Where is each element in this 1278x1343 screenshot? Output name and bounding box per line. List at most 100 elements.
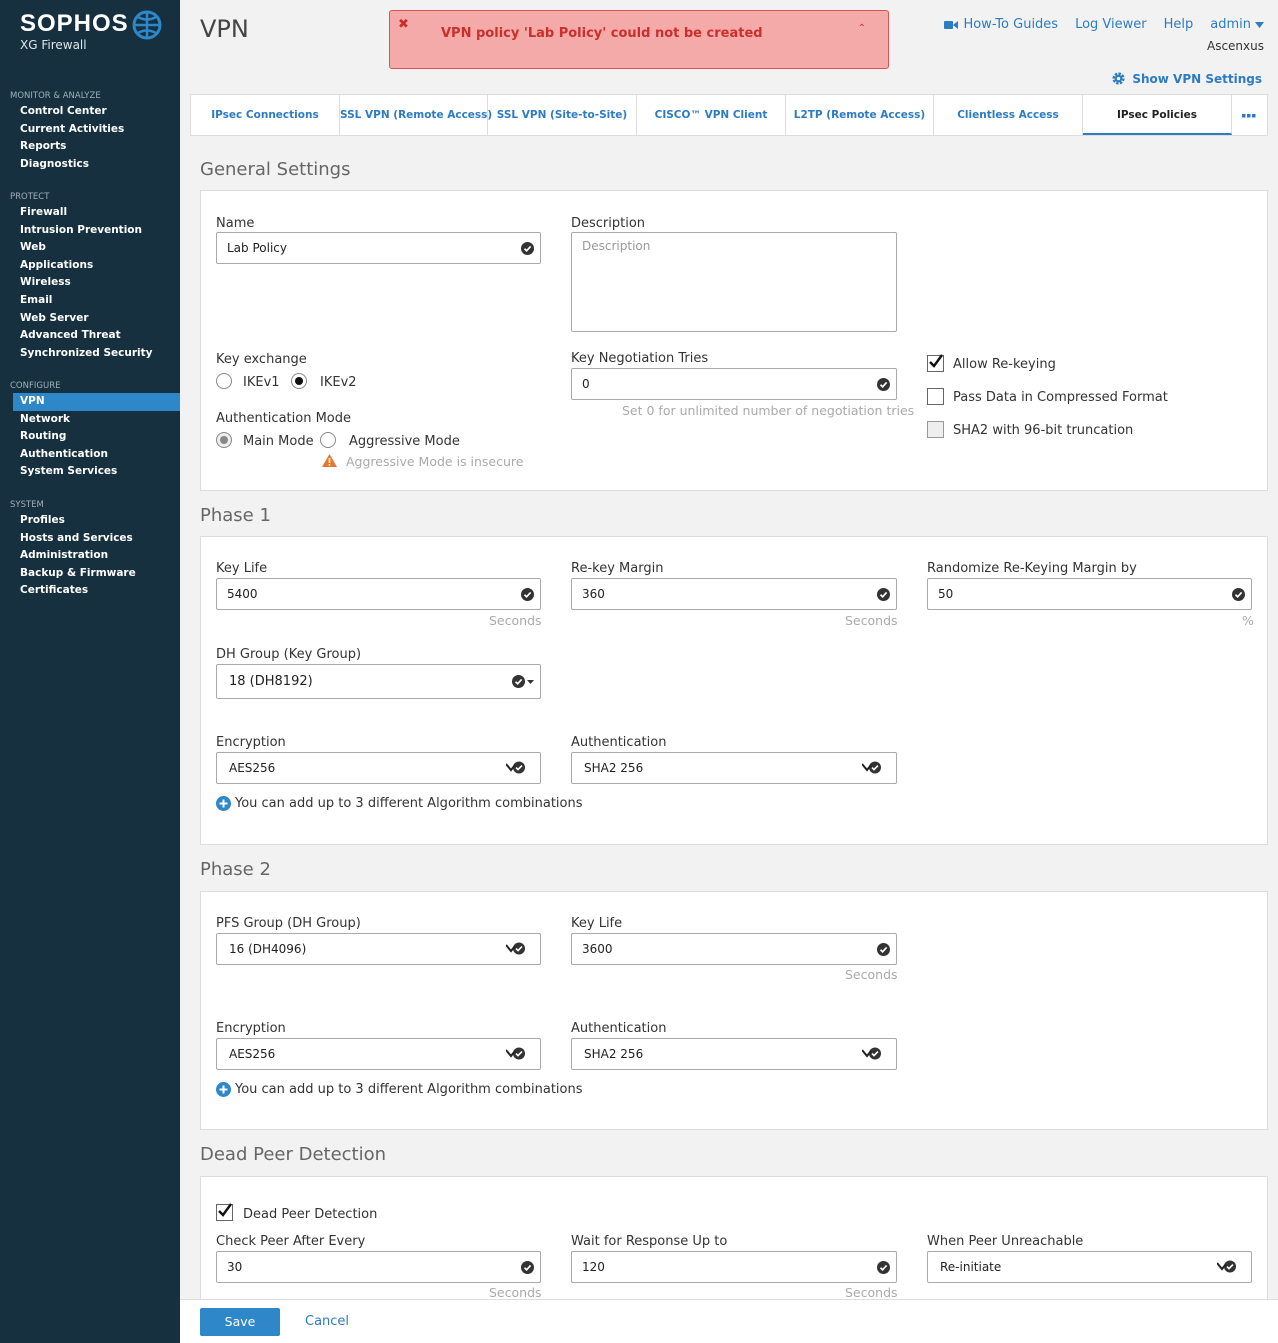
check-peer-value: 30: [227, 1260, 243, 1274]
tab-cisco-vpn-client[interactable]: CISCO™ VPN Client: [637, 95, 786, 135]
sidebar-item-current-activities[interactable]: Current Activities: [0, 121, 180, 139]
key-negotiation-tries-field[interactable]: 0: [571, 368, 897, 400]
p1-authentication-label: Authentication: [571, 735, 667, 750]
sidebar-item-hosts-and-services[interactable]: Hosts and Services: [0, 530, 180, 548]
error-alert: ✖ VPN policy 'Lab Policy' could not be c…: [389, 10, 889, 69]
sidebar-item-backup-firmware[interactable]: Backup & Firmware: [0, 565, 180, 583]
sha2-truncation-checkbox[interactable]: [927, 421, 944, 438]
sidebar-item-reports[interactable]: Reports: [0, 138, 180, 156]
p2-add-combination-text: You can add up to 3 different Algorithm …: [235, 1082, 583, 1097]
valid-check-icon: [521, 588, 534, 601]
tab-ipsec-connections[interactable]: IPsec Connections: [191, 95, 340, 135]
sophos-logo[interactable]: SOPHOS XG Firewall: [20, 10, 129, 52]
admin-menu[interactable]: admin: [1210, 17, 1264, 32]
sidebar-item-applications[interactable]: Applications: [0, 257, 180, 275]
sidebar-item-authentication[interactable]: Authentication: [0, 446, 180, 464]
description-field[interactable]: Description: [571, 232, 897, 332]
plus-circle-icon: [216, 1082, 231, 1097]
check-peer-unit: Seconds: [489, 1285, 542, 1300]
randomize-margin-field[interactable]: 50: [927, 578, 1252, 610]
nav-section-configure: CONFIGURE VPN Network Routing Authentica…: [0, 380, 180, 481]
dh-group-select[interactable]: 18 (DH8192): [216, 664, 541, 699]
wait-response-unit: Seconds: [845, 1285, 898, 1300]
aggressive-mode-radio[interactable]: [320, 432, 336, 448]
help-link[interactable]: Help: [1164, 17, 1194, 32]
check-peer-field[interactable]: 30: [216, 1251, 541, 1283]
sidebar-item-web-server[interactable]: Web Server: [0, 310, 180, 328]
ikev2-radio[interactable]: [291, 373, 307, 389]
top-links: How-To Guides Log Viewer Help admin: [944, 17, 1264, 32]
sidebar-item-routing[interactable]: Routing: [0, 428, 180, 446]
globe-icon: [132, 10, 162, 40]
sidebar-item-vpn[interactable]: VPN: [13, 393, 180, 411]
peer-unreachable-value: Re-initiate: [940, 1260, 1002, 1274]
more-tabs-button[interactable]: [1232, 95, 1266, 135]
tab-l2tp-remote-access[interactable]: L2TP (Remote Access): [786, 95, 934, 135]
sidebar-item-web[interactable]: Web: [0, 239, 180, 257]
sidebar-item-administration[interactable]: Administration: [0, 547, 180, 565]
admin-label: admin: [1210, 17, 1251, 32]
rekey-margin-label: Re-key Margin: [571, 561, 664, 576]
main-mode-radio[interactable]: [216, 432, 232, 448]
p1-key-life-field[interactable]: 5400: [216, 578, 541, 610]
p2-authentication-select[interactable]: SHA2 256: [571, 1038, 897, 1070]
p2-key-life-field[interactable]: 3600: [571, 933, 897, 965]
p1-add-combination[interactable]: You can add up to 3 different Algorithm …: [216, 796, 583, 811]
sidebar-item-wireless[interactable]: Wireless: [0, 274, 180, 292]
sidebar-item-certificates[interactable]: Certificates: [0, 582, 180, 600]
allow-rekeying-checkbox[interactable]: [927, 354, 944, 372]
sidebar-item-profiles[interactable]: Profiles: [0, 512, 180, 530]
p1-encryption-select[interactable]: AES256: [216, 752, 541, 784]
sidebar: SOPHOS XG Firewall MONITOR & ANALYZE Con…: [0, 0, 180, 1343]
p2-encryption-select[interactable]: AES256: [216, 1038, 541, 1070]
chevron-check-icon: [506, 761, 525, 774]
name-field[interactable]: Lab Policy: [216, 232, 541, 264]
sidebar-item-synchronized-security[interactable]: Synchronized Security: [0, 345, 180, 363]
rekey-margin-field[interactable]: 360: [571, 578, 897, 610]
compressed-format-checkbox[interactable]: [927, 388, 944, 405]
sidebar-item-intrusion-prevention[interactable]: Intrusion Prevention: [0, 222, 180, 240]
sidebar-item-firewall[interactable]: Firewall: [0, 204, 180, 222]
sidebar-item-diagnostics[interactable]: Diagnostics: [0, 156, 180, 174]
p2-key-life-unit: Seconds: [845, 967, 898, 982]
tab-ssl-vpn-remote-access[interactable]: SSL VPN (Remote Access): [340, 95, 492, 135]
main-content: VPN ✖ VPN policy 'Lab Policy' could not …: [180, 0, 1278, 1343]
sidebar-item-system-services[interactable]: System Services: [0, 463, 180, 481]
pfs-group-select[interactable]: 16 (DH4096): [216, 933, 541, 965]
key-negotiation-tries-hint: Set 0 for unlimited number of negotiatio…: [622, 403, 915, 418]
collapse-icon[interactable]: ⌃: [858, 23, 866, 34]
pfs-group-value: 16 (DH4096): [229, 942, 307, 956]
authentication-mode-label: Authentication Mode: [216, 411, 351, 426]
randomize-margin-value: 50: [938, 587, 954, 601]
product-name: XG Firewall: [20, 38, 87, 52]
sidebar-item-advanced-threat[interactable]: Advanced Threat: [0, 327, 180, 345]
how-to-guides-link[interactable]: How-To Guides: [944, 17, 1058, 32]
gear-icon: [1112, 72, 1125, 85]
dpd-checkbox[interactable]: [216, 1203, 233, 1221]
general-settings-panel: Name Lab Policy Description Description …: [200, 190, 1268, 491]
sidebar-item-control-center[interactable]: Control Center: [0, 103, 180, 121]
sidebar-item-email[interactable]: Email: [0, 292, 180, 310]
valid-check-icon: [521, 242, 534, 255]
save-button[interactable]: Save: [200, 1308, 280, 1336]
log-viewer-link[interactable]: Log Viewer: [1075, 17, 1147, 32]
tab-clientless-access[interactable]: Clientless Access: [934, 95, 1083, 135]
cancel-button[interactable]: Cancel: [305, 1314, 349, 1329]
ikev1-radio[interactable]: [216, 373, 232, 389]
dh-group-label: DH Group (Key Group): [216, 647, 362, 662]
rekey-margin-unit: Seconds: [845, 613, 898, 628]
close-icon[interactable]: ✖: [398, 17, 409, 32]
peer-unreachable-label: When Peer Unreachable: [927, 1234, 1084, 1249]
show-vpn-settings-link[interactable]: Show VPN Settings: [1111, 71, 1262, 86]
sidebar-item-network[interactable]: Network: [0, 411, 180, 429]
nav-section-protect: PROTECT Firewall Intrusion Prevention We…: [0, 191, 180, 362]
valid-check-icon: [521, 1261, 534, 1274]
p2-add-combination[interactable]: You can add up to 3 different Algorithm …: [216, 1082, 583, 1097]
tab-ssl-vpn-site-to-site[interactable]: SSL VPN (Site-to-Site): [488, 95, 637, 135]
p1-authentication-select[interactable]: SHA2 256: [571, 752, 897, 784]
tab-ipsec-policies[interactable]: IPsec Policies: [1083, 95, 1232, 135]
general-settings-title: General Settings: [200, 159, 351, 180]
peer-unreachable-select[interactable]: Re-initiate: [927, 1251, 1252, 1283]
ikev2-label: IKEv2: [320, 375, 357, 390]
wait-response-field[interactable]: 120: [571, 1251, 897, 1283]
